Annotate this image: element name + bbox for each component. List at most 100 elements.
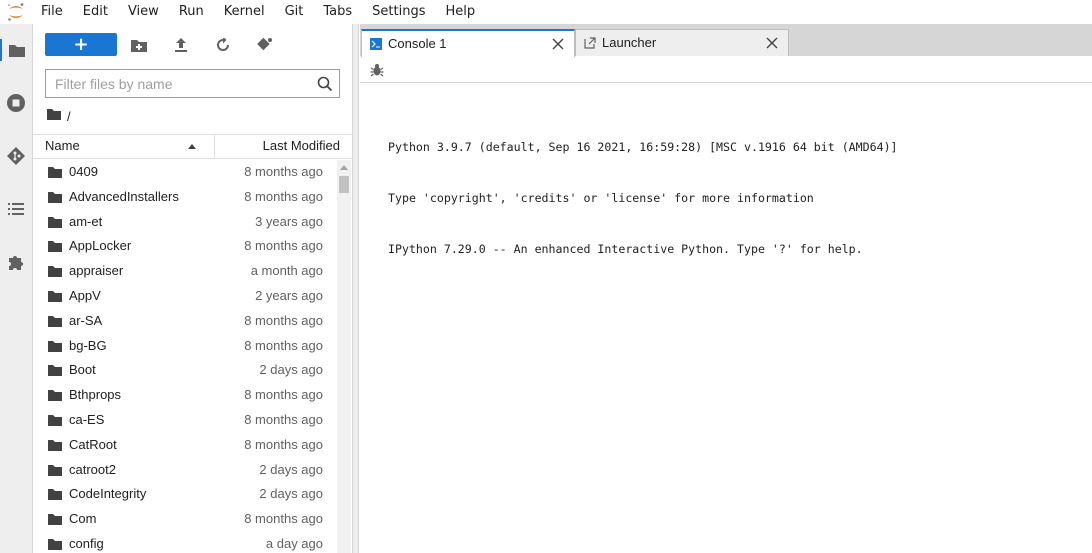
scroll-up-icon[interactable]: [340, 165, 348, 170]
main-area: Console 1 Launcher Python 3.9.7 (default…: [360, 24, 1092, 553]
file-row[interactable]: config a day ago: [33, 532, 337, 553]
file-row[interactable]: CatRoot 8 months ago: [33, 433, 337, 458]
close-icon[interactable]: [552, 38, 564, 50]
tab-console-1[interactable]: Console 1: [361, 29, 575, 57]
folder-icon[interactable]: [0, 39, 32, 61]
file-name: Com: [69, 511, 97, 527]
file-row[interactable]: bg-BG 8 months ago: [33, 334, 337, 359]
tab-launcher[interactable]: Launcher: [575, 29, 789, 56]
folder-icon: [48, 464, 62, 476]
file-name: AppV: [69, 288, 101, 303]
running-icon[interactable]: [5, 92, 27, 114]
new-launcher-button[interactable]: +: [45, 33, 117, 56]
close-icon[interactable]: [766, 37, 778, 49]
file-row[interactable]: catroot2 2 days ago: [33, 458, 337, 483]
menu-tabs[interactable]: Tabs: [313, 0, 362, 24]
menu-settings[interactable]: Settings: [362, 0, 435, 24]
console-line: Python 3.9.7 (default, Sep 16 2021, 16:5…: [388, 140, 898, 154]
file-row[interactable]: AppLocker 8 months ago: [33, 234, 337, 259]
file-modified: a month ago: [250, 263, 323, 279]
table-of-contents-icon[interactable]: [5, 198, 27, 220]
file-list-scrollbar[interactable]: [337, 160, 351, 553]
file-modified: 8 months ago: [244, 238, 323, 254]
file-name: config: [69, 536, 104, 551]
file-row[interactable]: CodeIntegrity 2 days ago: [33, 482, 337, 507]
file-row[interactable]: ar-SA 8 months ago: [33, 309, 337, 334]
file-modified: 2 years ago: [255, 288, 323, 303]
console-line: Type 'copyright', 'credits' or 'license'…: [388, 191, 814, 205]
file-name: CatRoot: [69, 436, 117, 452]
debugger-bug-icon[interactable]: [370, 63, 384, 77]
folder-icon: [48, 315, 62, 327]
file-row[interactable]: appraiser a month ago: [33, 259, 337, 284]
menu-run[interactable]: Run: [169, 0, 214, 24]
folder-icon: [48, 191, 62, 203]
file-row[interactable]: Bthprops 8 months ago: [33, 383, 337, 408]
folder-icon: [48, 290, 62, 302]
file-row[interactable]: Com 8 months ago: [33, 507, 337, 532]
folder-icon: [48, 340, 62, 352]
folder-icon: [48, 439, 62, 451]
file-row[interactable]: Boot 2 days ago: [33, 358, 337, 383]
folder-icon: [48, 166, 62, 178]
column-header-name[interactable]: Name: [33, 135, 215, 158]
file-name: CodeIntegrity: [69, 486, 147, 502]
refresh-button[interactable]: [213, 35, 233, 55]
file-name: appraiser: [69, 263, 124, 279]
file-modified: 8 months ago: [244, 188, 323, 204]
file-name: am-et: [69, 213, 103, 229]
search-input[interactable]: [46, 70, 311, 97]
extension-icon[interactable]: [5, 251, 27, 273]
file-modified: 2 days ago: [259, 486, 323, 502]
console-output[interactable]: Python 3.9.7 (default, Sep 16 2021, 16:5…: [388, 105, 898, 292]
file-row[interactable]: AppV 2 years ago: [33, 284, 337, 309]
folder-icon: [48, 364, 62, 377]
breadcrumb-path[interactable]: /: [67, 109, 71, 124]
file-modified: 8 months ago: [244, 164, 323, 179]
file-row[interactable]: ca-ES 8 months ago: [33, 408, 337, 433]
menu-file[interactable]: File: [31, 0, 73, 24]
console-icon: [370, 38, 382, 50]
menu-git[interactable]: Git: [275, 0, 314, 24]
menu-help[interactable]: Help: [436, 0, 486, 24]
plus-icon: +: [73, 33, 89, 55]
activity-bar: [0, 24, 33, 553]
file-modified: a day ago: [265, 536, 323, 551]
column-header-modified[interactable]: Last Modified: [216, 135, 340, 158]
file-browser-panel: + / Name Last Modified: [33, 24, 353, 553]
git-clone-icon: [257, 37, 272, 51]
file-list-header: Name Last Modified: [33, 134, 353, 159]
search-icon[interactable]: [317, 76, 333, 92]
file-name: Bthprops: [69, 387, 122, 403]
upload-button[interactable]: [171, 35, 191, 55]
menu-view[interactable]: View: [118, 0, 169, 24]
menu-kernel[interactable]: Kernel: [214, 0, 275, 24]
file-row[interactable]: 0409 8 months ago: [33, 160, 337, 185]
launcher-icon: [584, 37, 596, 49]
new-folder-button[interactable]: [129, 35, 149, 55]
file-modified: 8 months ago: [244, 387, 323, 403]
folder-icon: [48, 389, 62, 402]
file-name: AppLocker: [69, 238, 132, 254]
jupyter-logo-icon: [6, 2, 26, 22]
folder-icon: [48, 265, 62, 278]
menu-edit[interactable]: Edit: [73, 0, 118, 24]
file-modified: 3 years ago: [255, 213, 323, 229]
git-clone-button[interactable]: [255, 35, 275, 55]
search-box: [45, 69, 340, 98]
sort-ascending-icon: [188, 144, 196, 149]
git-icon[interactable]: [5, 145, 27, 167]
file-name: Boot: [69, 362, 96, 378]
file-name: ca-ES: [69, 412, 105, 427]
panel-splitter[interactable]: [353, 24, 359, 553]
tab-label: Console 1: [388, 36, 447, 51]
file-row[interactable]: am-et 3 years ago: [33, 210, 337, 235]
file-modified: 8 months ago: [244, 337, 323, 353]
file-modified: 8 months ago: [244, 412, 323, 427]
folder-icon: [48, 538, 62, 550]
home-folder-icon[interactable]: [47, 108, 61, 124]
refresh-icon: [217, 38, 229, 51]
scroll-thumb[interactable]: [339, 176, 349, 193]
file-row[interactable]: AdvancedInstallers 8 months ago: [33, 185, 337, 210]
file-modified: 8 months ago: [244, 436, 323, 452]
